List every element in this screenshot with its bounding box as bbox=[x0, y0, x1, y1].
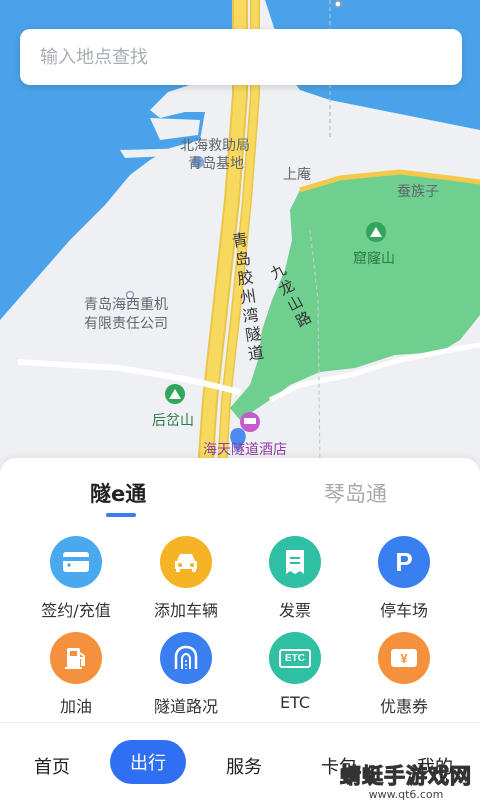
watermark-title: 蜻蜓手游戏网 bbox=[340, 764, 472, 789]
coupon-icon: ¥ bbox=[378, 632, 430, 684]
etc-icon: ETC bbox=[269, 632, 321, 684]
mountain-marker-houchashan[interactable] bbox=[165, 384, 185, 404]
service-label: 隧道路况 bbox=[153, 697, 218, 716]
map-label-company[interactable]: 青岛海西重机 有限责任公司 bbox=[84, 296, 168, 334]
hotel-marker[interactable] bbox=[240, 412, 260, 432]
map-label-rescue[interactable]: 北海救助局 青岛基地 bbox=[180, 137, 250, 173]
service-label: ETC bbox=[279, 693, 311, 712]
search-input[interactable] bbox=[20, 45, 442, 69]
search-bar[interactable] bbox=[20, 29, 462, 85]
service-invoice[interactable]: 发票 bbox=[240, 536, 350, 621]
service-label: 加油 bbox=[59, 697, 92, 716]
tab-suietong[interactable]: 隧e通 bbox=[90, 478, 146, 508]
service-label: 优惠券 bbox=[379, 697, 428, 716]
service-label: 添加车辆 bbox=[153, 601, 218, 620]
service-label: 发票 bbox=[278, 601, 311, 620]
service-coupon[interactable]: ¥ 优惠券 bbox=[349, 632, 459, 717]
map-label-canzuzi[interactable]: 蚕族子 bbox=[397, 183, 439, 201]
service-etc[interactable]: ETC ETC bbox=[240, 632, 350, 712]
map-label-kulong[interactable]: 窟窿山 bbox=[353, 250, 395, 268]
parking-icon: P bbox=[378, 536, 430, 588]
tab-qindaotong[interactable]: 琴岛通 bbox=[324, 478, 387, 508]
service-tunnel-status[interactable]: 隧道路况 bbox=[131, 632, 241, 717]
service-fuel[interactable]: 加油 bbox=[21, 632, 131, 717]
service-add-vehicle[interactable]: 添加车辆 bbox=[131, 536, 241, 621]
service-sign-recharge[interactable]: 签约/充值 bbox=[21, 536, 131, 621]
tab-underline bbox=[106, 513, 136, 517]
service-panel: 隧e通 琴岛通 签约/充值 添加车辆 发票 P 停车场 加油 隧道路况 ETC … bbox=[0, 458, 480, 722]
map-label-hotel[interactable]: 海天隧道酒店 bbox=[203, 441, 287, 459]
invoice-icon bbox=[269, 536, 321, 588]
fuel-icon bbox=[50, 632, 102, 684]
service-parking[interactable]: P 停车场 bbox=[349, 536, 459, 621]
mountain-marker-kulong[interactable] bbox=[366, 222, 386, 242]
service-label: 停车场 bbox=[379, 601, 428, 620]
service-label: 签约/充值 bbox=[41, 601, 111, 620]
map-label-shangan[interactable]: 上庵 bbox=[283, 166, 311, 184]
tunnel-icon bbox=[160, 632, 212, 684]
nav-travel[interactable]: 出行 bbox=[110, 740, 186, 784]
car-icon bbox=[160, 536, 212, 588]
card-icon bbox=[50, 536, 102, 588]
map-label-houchashan[interactable]: 后岔山 bbox=[152, 412, 194, 430]
nav-service[interactable]: 服务 bbox=[226, 753, 262, 779]
nav-home[interactable]: 首页 bbox=[34, 753, 70, 779]
watermark: 蜻蜓手游戏网 www.qt6.com bbox=[340, 760, 472, 801]
